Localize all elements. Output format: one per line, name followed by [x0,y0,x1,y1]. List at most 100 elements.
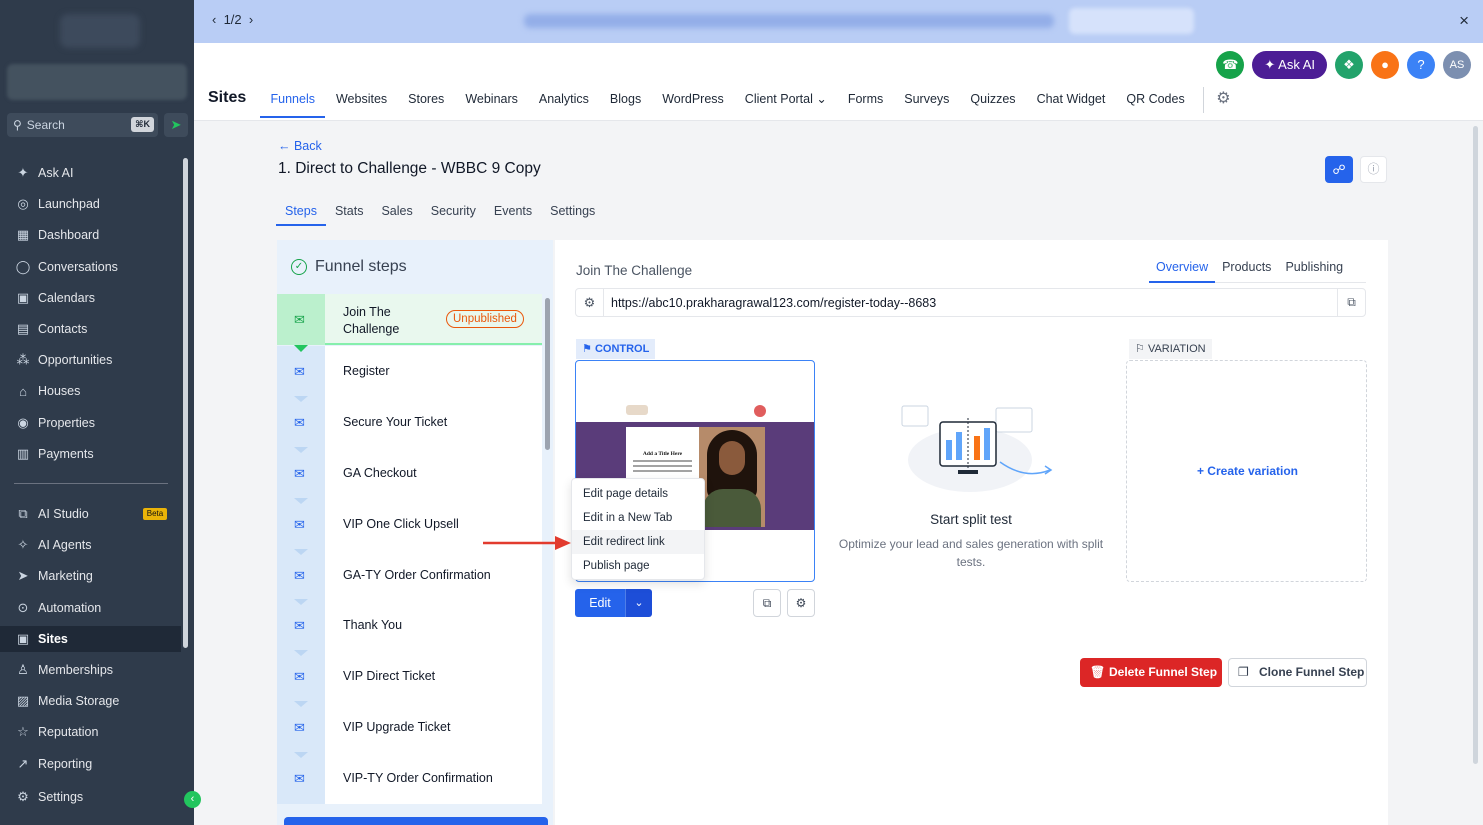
open-external-icon[interactable]: ⧉ [1337,289,1365,316]
megaphone-icon[interactable]: ❖ [1335,51,1363,79]
pointer-arrow [483,536,571,550]
funnel-step-item[interactable]: ✉ VIP-TY Order Confirmation [277,752,542,804]
banner-pager[interactable]: ‹ 1/2 › [212,12,253,27]
create-variation-button[interactable]: + Create variation [1127,464,1368,478]
properties-icon: ◉ [17,414,29,430]
funnel-step-item[interactable]: ✉ Register [277,345,542,397]
tab-funnels[interactable]: Funnels [260,83,326,118]
tab-websites[interactable]: Websites [325,83,397,118]
edit-button[interactable]: Edit [575,589,625,617]
funnel-tab-settings[interactable]: Settings [541,198,604,226]
menu-item-publish-page[interactable]: Publish page [572,554,704,578]
preview-settings-button[interactable]: ⚙ [787,589,815,617]
clone-funnel-step-button[interactable]: ❐ Clone Funnel Step [1228,658,1367,687]
sidebar-collapse-icon[interactable]: ‹ [184,791,201,808]
sidebar-item-houses[interactable]: ⌂ Houses [0,378,181,404]
chevron-left-icon[interactable]: ‹ [212,12,216,27]
preview-card-line [633,460,692,462]
sidebar-item-sites[interactable]: ▣ Sites [0,625,181,652]
tab-stores[interactable]: Stores [398,83,455,118]
sidebar-item-contacts[interactable]: ▤ Contacts [0,316,181,342]
sidebar-item-label: Conversations [38,259,118,274]
sidebar-item-dashboard[interactable]: ▦ Dashboard [0,222,181,248]
back-link[interactable]: ← Back [278,139,322,153]
banner-action-button[interactable] [1069,8,1194,34]
close-icon[interactable]: × [1459,11,1469,31]
sidebar-item-opportunities[interactable]: ⁂ Opportunities [0,347,181,373]
step-url[interactable]: https://abc10.prakharagrawal123.com/regi… [611,296,936,310]
sidebar-item-marketing[interactable]: ➤ Marketing [0,563,181,589]
avatar[interactable]: AS [1443,51,1471,79]
sites-icon: ▣ [16,630,30,646]
funnel-tab-events[interactable]: Events [485,198,541,226]
detail-tab-products[interactable]: Products [1215,254,1278,283]
preview-open-button[interactable]: ⧉ [753,589,781,617]
tab-client-portal[interactable]: Client Portal ⌄ [734,83,837,118]
quick-action-bolt-icon[interactable]: ➤ [164,113,188,137]
funnel-step-item[interactable]: ✉ Join The Challenge Unpublished [277,294,542,352]
tab-blogs[interactable]: Blogs [599,83,651,118]
sidebar-item-reporting[interactable]: ↗ Reporting [0,751,181,777]
sidebar-item-conversations[interactable]: ◯ Conversations [0,254,181,280]
phone-icon[interactable]: ☎ [1216,51,1245,79]
bell-icon[interactable]: ● [1371,51,1399,79]
add-step-button[interactable] [284,817,548,825]
delete-funnel-step-button[interactable]: 🗑 Delete Funnel Step [1080,658,1222,687]
step-connector [294,752,308,758]
sidebar-item-payments[interactable]: ▥ Payments [0,441,181,467]
sidebar-item-ask-ai[interactable]: ✦ Ask AI [0,160,181,186]
sidebar-item-ai-studio[interactable]: ⧉ AI Studio Beta [0,501,181,527]
sidebar-item-automation[interactable]: ⊙ Automation [0,595,181,621]
sidebar-item-reputation[interactable]: ☆ Reputation [0,719,181,745]
url-settings-gear-icon[interactable]: ⚙ [576,289,604,316]
funnel-tab-steps[interactable]: Steps [276,198,326,226]
sidebar-item-ai-agents[interactable]: ✧ AI Agents [0,532,181,558]
tab-chat-widget[interactable]: Chat Widget [1026,83,1116,118]
funnel-tab-sales[interactable]: Sales [372,198,421,226]
company-logo[interactable] [60,14,140,48]
sidebar-item-label: Automation [38,600,102,615]
menu-item-edit-page-details[interactable]: Edit page details [572,482,704,506]
share-button[interactable]: ☍ [1325,156,1353,183]
menu-item-edit-redirect-link[interactable]: Edit redirect link [572,530,704,554]
account-switcher[interactable] [7,64,187,100]
info-button[interactable]: ⓘ [1360,156,1387,183]
page-scrollbar[interactable] [1473,126,1478,764]
funnel-step-item[interactable]: ✉ GA Checkout [277,447,542,499]
tab-wordpress[interactable]: WordPress [652,83,735,118]
tab-analytics[interactable]: Analytics [528,83,599,118]
funnel-step-item[interactable]: ✉ VIP Direct Ticket [277,650,542,702]
menu-item-edit-in-a-new-tab[interactable]: Edit in a New Tab [572,506,704,530]
tab-qr-codes[interactable]: QR Codes [1116,83,1195,118]
sidebar-item-media-storage[interactable]: ▨ Media Storage [0,688,181,714]
search-placeholder: Search [26,118,65,132]
sidebar-item-label: Settings [38,790,84,804]
sidebar-item-properties[interactable]: ◉ Properties [0,410,181,436]
help-icon[interactable]: ? [1407,51,1435,79]
ask-ai-button[interactable]: ✦ Ask AI [1252,51,1327,79]
funnel-step-item[interactable]: ✉ Thank You [277,599,542,651]
funnel-tab-stats[interactable]: Stats [326,198,373,226]
tab-webinars[interactable]: Webinars [455,83,529,118]
steps-scrollbar[interactable] [545,298,550,450]
sidebar-item-launchpad[interactable]: ◎ Launchpad [0,191,181,217]
funnel-tab-security[interactable]: Security [422,198,485,226]
chevron-right-icon[interactable]: › [249,12,253,27]
sidebar-item-settings[interactable]: ⚙ Settings [0,784,181,810]
tab-forms[interactable]: Forms [837,83,893,118]
detail-tab-publishing[interactable]: Publishing [1278,254,1350,283]
sidebar-item-memberships[interactable]: ♙ Memberships [0,657,181,683]
sidebar-search[interactable]: ⚲ Search ⌘K [7,113,158,137]
sidebar-item-calendars[interactable]: ▣ Calendars [0,285,181,311]
tab-surveys[interactable]: Surveys [894,83,960,118]
funnel-step-item[interactable]: ✉ Secure Your Ticket [277,396,542,448]
sidebar-item-label: Memberships [38,663,114,677]
step-name: VIP Upgrade Ticket [343,720,451,734]
detail-tab-overview[interactable]: Overview [1149,254,1216,283]
gear-icon[interactable]: ⚙ [1212,83,1230,118]
edit-dropdown-toggle[interactable]: ⌄ [625,589,652,617]
tab-quizzes[interactable]: Quizzes [960,83,1026,118]
funnel-step-item[interactable]: ✉ VIP Upgrade Ticket [277,701,542,753]
funnel-step-item[interactable]: ✉ GA-TY Order Confirmation [277,549,542,601]
sidebar-scrollbar[interactable] [183,158,188,648]
